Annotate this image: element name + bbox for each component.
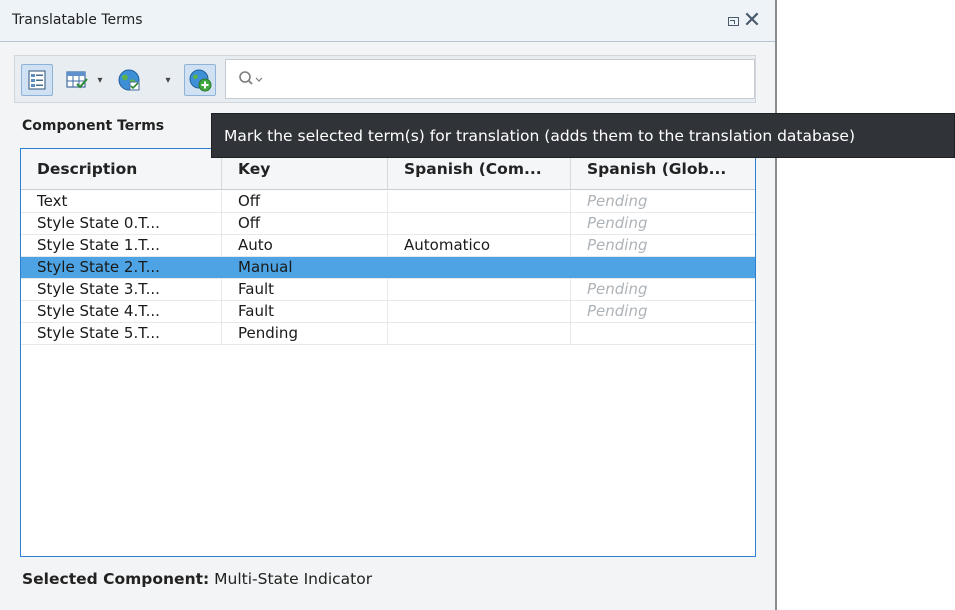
chevron-down-icon[interactable]: ▾ <box>94 70 106 90</box>
cell-key: Off <box>222 213 388 234</box>
table-row[interactable]: Style State 1.T... Auto Automatico Pendi… <box>21 235 755 257</box>
search-icon[interactable] <box>238 69 268 89</box>
list-view-icon[interactable] <box>21 64 53 96</box>
cell-spanish-glob: Pending <box>587 214 648 232</box>
panel-titlebar: Translatable Terms ✕ <box>0 0 775 42</box>
table-row-selected[interactable]: Style State 2.T... Manual <box>21 257 755 279</box>
globe-icon[interactable] <box>113 64 145 96</box>
cell-spanish-com <box>388 213 571 234</box>
selected-component-value: Multi-State Indicator <box>209 570 373 588</box>
cell-description: Style State 4.T... <box>21 301 222 322</box>
toolbar: ▾ ▾ <box>14 55 756 103</box>
cell-key: Pending <box>222 323 388 344</box>
cell-spanish-glob: Pending <box>587 280 648 298</box>
table-row[interactable]: Text Off Pending <box>21 191 755 213</box>
cell-key: Fault <box>222 279 388 300</box>
chevron-down-icon[interactable]: ▾ <box>162 70 174 90</box>
cell-description: Style State 0.T... <box>21 213 222 234</box>
cell-description: Style State 2.T... <box>21 257 222 278</box>
table-row[interactable]: Style State 5.T... Pending <box>21 323 755 345</box>
selected-component-status: Selected Component: Multi-State Indicato… <box>22 570 372 588</box>
cell-spanish-com: Automatico <box>388 235 571 256</box>
section-label: Component Terms <box>22 118 165 134</box>
cell-spanish-com <box>388 323 571 344</box>
cell-spanish-glob <box>571 323 755 344</box>
cell-spanish-glob: Pending <box>587 192 648 210</box>
search-input[interactable] <box>225 59 755 99</box>
cell-spanish-glob: Pending <box>587 236 648 254</box>
cell-spanish-com <box>388 257 571 278</box>
cell-key: Off <box>222 191 388 212</box>
cell-key: Fault <box>222 301 388 322</box>
selected-component-label: Selected Component <box>22 570 204 588</box>
cell-key: Auto <box>222 235 388 256</box>
table-row[interactable]: Style State 3.T... Fault Pending <box>21 279 755 301</box>
cell-description: Style State 5.T... <box>21 323 222 344</box>
cell-spanish-glob <box>571 257 755 278</box>
table-row[interactable]: Style State 4.T... Fault Pending <box>21 301 755 323</box>
cell-description: Text <box>21 191 222 212</box>
panel-title: Translatable Terms <box>12 12 143 28</box>
cell-spanish-com <box>388 301 571 322</box>
close-icon[interactable]: ✕ <box>741 10 763 32</box>
cell-description: Style State 1.T... <box>21 235 222 256</box>
globe-add-icon[interactable] <box>184 64 216 96</box>
grid-check-icon[interactable] <box>61 64 93 96</box>
column-header-description[interactable]: Description <box>21 149 222 189</box>
tooltip: Mark the selected term(s) for translatio… <box>211 113 955 158</box>
table-row[interactable]: Style State 0.T... Off Pending <box>21 213 755 235</box>
cell-spanish-com <box>388 279 571 300</box>
terms-table: Description Key Spanish (Com... Spanish … <box>20 148 756 557</box>
cell-spanish-glob: Pending <box>587 302 648 320</box>
cell-spanish-com <box>388 191 571 212</box>
cell-key: Manual <box>222 257 388 278</box>
cell-description: Style State 3.T... <box>21 279 222 300</box>
translatable-terms-panel: Translatable Terms ✕ ▾ ▾ Component Terms… <box>0 0 777 610</box>
